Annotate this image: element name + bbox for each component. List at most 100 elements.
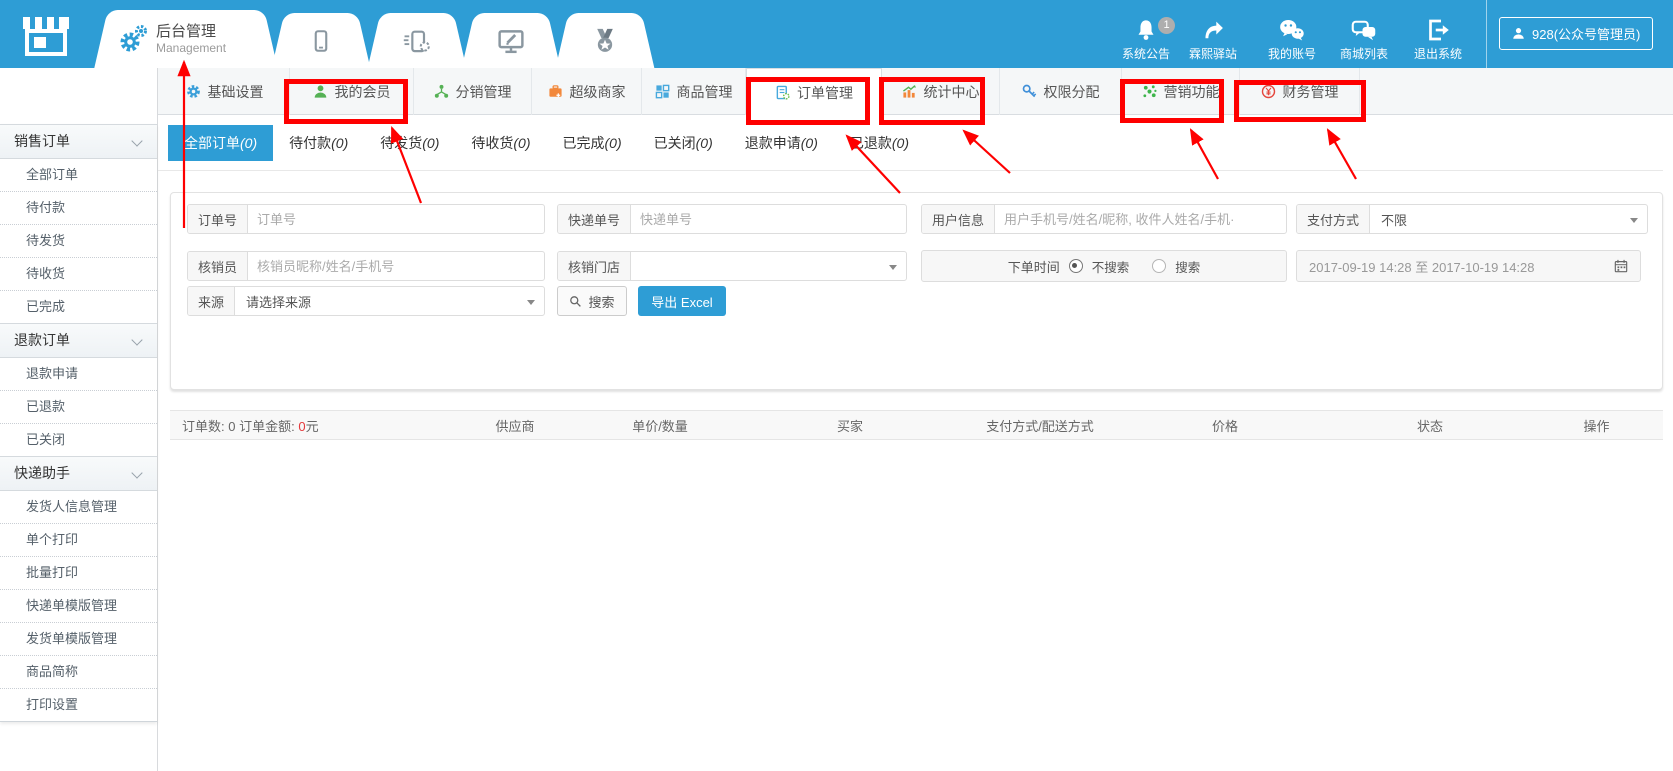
key-icon (1022, 84, 1037, 99)
export-excel-button[interactable]: 导出 Excel (638, 286, 726, 316)
calendar-icon (1614, 259, 1628, 273)
grid-icon (655, 84, 670, 99)
nav-item-distribution[interactable]: 分销管理 (414, 68, 532, 115)
nav-item-marketing[interactable]: 营销功能 (1122, 68, 1240, 115)
date-range-value: 2017-09-19 14:28 至 2017-10-19 14:28 (1309, 257, 1535, 276)
sidebar-group-sales-orders[interactable]: 销售订单 (0, 124, 157, 159)
workspace-tab-backend[interactable]: 后台管理 Management (112, 10, 260, 68)
sidebar-item-express-template[interactable]: 快递单模版管理 (0, 590, 157, 623)
tracking-no-input[interactable] (631, 205, 906, 233)
nav-item-label: 订单管理 (797, 83, 853, 103)
radio-search-label: 搜索 (1175, 257, 1200, 276)
orders-amount-value: 0 (298, 419, 305, 434)
main-nav: 基础设置 我的会员 分销管理 (158, 68, 1673, 115)
nav-item-label: 分销管理 (456, 82, 512, 102)
stats-icon (902, 84, 917, 99)
notification-badge: 1 (1158, 17, 1175, 34)
verifier-input[interactable] (248, 252, 544, 280)
source-select[interactable]: 来源 请选择来源 (187, 286, 545, 316)
sidebar-item-single-print[interactable]: 单个打印 (0, 524, 157, 557)
sidebar-item-refunded[interactable]: 已退款 (0, 391, 157, 424)
store-select[interactable]: 核销门店 (557, 251, 907, 281)
medal-icon (573, 13, 637, 68)
workspace-tab-title: 后台管理 (156, 22, 226, 41)
sidebar-item-batch-print[interactable]: 批量打印 (0, 557, 157, 590)
tracking-no-label: 快递单号 (558, 205, 631, 233)
sidebar-item-sender-info[interactable]: 发货人信息管理 (0, 491, 157, 524)
radio-search[interactable] (1152, 259, 1166, 273)
sidebar-item-all-orders[interactable]: 全部订单 (0, 159, 157, 192)
sidebar-item-pending-payment[interactable]: 待付款 (0, 192, 157, 225)
column-price-qty: 单价/数量 (580, 416, 740, 435)
user-info-input[interactable] (995, 205, 1286, 233)
order-doc-icon (775, 85, 790, 100)
user-info-label: 用户信息 (922, 205, 995, 233)
workspace-tab-monitor-edit[interactable] (479, 13, 543, 68)
search-button[interactable]: 搜索 (557, 286, 627, 316)
admin-app: 后台管理 Management (0, 0, 1673, 771)
quick-link-mall-list[interactable]: 商城列表 (1331, 14, 1397, 62)
nav-item-basic-settings[interactable]: 基础设置 (160, 68, 290, 115)
chevron-down-icon (131, 135, 142, 146)
nav-item-label: 商品管理 (677, 82, 733, 102)
order-no-label: 订单号 (188, 205, 248, 233)
quick-link-account[interactable]: 我的账号 (1259, 14, 1325, 62)
quick-link-station[interactable]: 霖熙驿站 (1180, 14, 1246, 62)
sidebar-item-completed[interactable]: 已完成 (0, 291, 157, 323)
date-range-field[interactable]: 2017-09-19 14:28 至 2017-10-19 14:28 (1296, 250, 1641, 282)
tab-pending-payment[interactable]: 待付款(0) (273, 125, 364, 161)
logout-icon (1405, 14, 1471, 42)
workspace-tab-mobile[interactable] (289, 13, 353, 68)
sidebar-group-title: 销售订单 (14, 133, 70, 149)
order-time-label: 下单时间 (1008, 257, 1060, 276)
column-payment-delivery: 支付方式/配送方式 (960, 416, 1120, 435)
member-icon (313, 84, 328, 99)
sidebar-group-express-helper[interactable]: 快递助手 (0, 456, 157, 491)
nav-item-permissions[interactable]: 权限分配 (1000, 68, 1122, 115)
sidebar-item-closed[interactable]: 已关闭 (0, 424, 157, 456)
order-time-filter: 下单时间 不搜索 搜索 (921, 250, 1287, 282)
column-buyer: 买家 (740, 416, 960, 435)
quick-link-logout[interactable]: 退出系统 (1405, 14, 1471, 62)
sidebar-item-pending-receipt[interactable]: 待收货 (0, 258, 157, 291)
radio-no-search[interactable] (1069, 259, 1083, 273)
tab-closed[interactable]: 已关闭(0) (638, 125, 729, 161)
tab-pending-shipment[interactable]: 待发货(0) (364, 125, 455, 161)
workspace-tab-mobile-marketing[interactable] (385, 13, 449, 68)
quick-link-label: 系统公告 (1113, 45, 1179, 62)
nav-item-finance[interactable]: 财务管理 (1240, 68, 1360, 115)
radio-no-search-label: 不搜索 (1092, 257, 1130, 276)
payment-method-label: 支付方式 (1297, 205, 1370, 233)
workspace-tab-medal[interactable] (573, 13, 637, 68)
nav-item-label: 超级商家 (570, 82, 626, 102)
caret-down-icon (1630, 218, 1638, 227)
nav-item-my-members[interactable]: 我的会员 (290, 68, 414, 115)
tab-completed[interactable]: 已完成(0) (547, 125, 638, 161)
sidebar-item-shipping-template[interactable]: 发货单模版管理 (0, 623, 157, 656)
sidebar-group-refund-orders[interactable]: 退款订单 (0, 323, 157, 358)
tab-refund-request[interactable]: 退款申请(0) (729, 125, 834, 161)
quick-link-label: 我的账号 (1259, 45, 1325, 62)
nav-item-super-merchant[interactable]: 超级商家 (532, 68, 642, 115)
column-actions: 操作 (1530, 416, 1663, 435)
monitor-edit-icon (479, 13, 543, 68)
nav-item-statistics[interactable]: 统计中心 (882, 68, 1000, 115)
nav-item-products[interactable]: 商品管理 (642, 68, 746, 115)
user-badge[interactable]: 928(公众号管理员) (1499, 17, 1653, 50)
column-price: 价格 (1120, 416, 1330, 435)
sidebar-item-pending-shipment[interactable]: 待发货 (0, 225, 157, 258)
wechat-icon (1259, 14, 1325, 42)
tab-pending-receipt[interactable]: 待收货(0) (455, 125, 546, 161)
nav-item-label: 营销功能 (1164, 82, 1220, 102)
payment-method-select[interactable]: 支付方式 不限 (1296, 204, 1648, 234)
tab-all-orders[interactable]: 全部订单(0) (168, 125, 273, 161)
sidebar-item-refund-request[interactable]: 退款申请 (0, 358, 157, 391)
sidebar-item-print-settings[interactable]: 打印设置 (0, 689, 157, 721)
source-label: 来源 (188, 287, 235, 315)
tab-refunded[interactable]: 已退款(0) (834, 125, 925, 161)
order-no-input[interactable] (248, 205, 544, 233)
sidebar-item-product-abbr[interactable]: 商品简称 (0, 656, 157, 689)
payment-method-value: 不限 (1370, 205, 1647, 233)
nav-item-orders[interactable]: 订单管理 (746, 68, 882, 116)
quick-link-label: 退出系统 (1405, 45, 1471, 62)
